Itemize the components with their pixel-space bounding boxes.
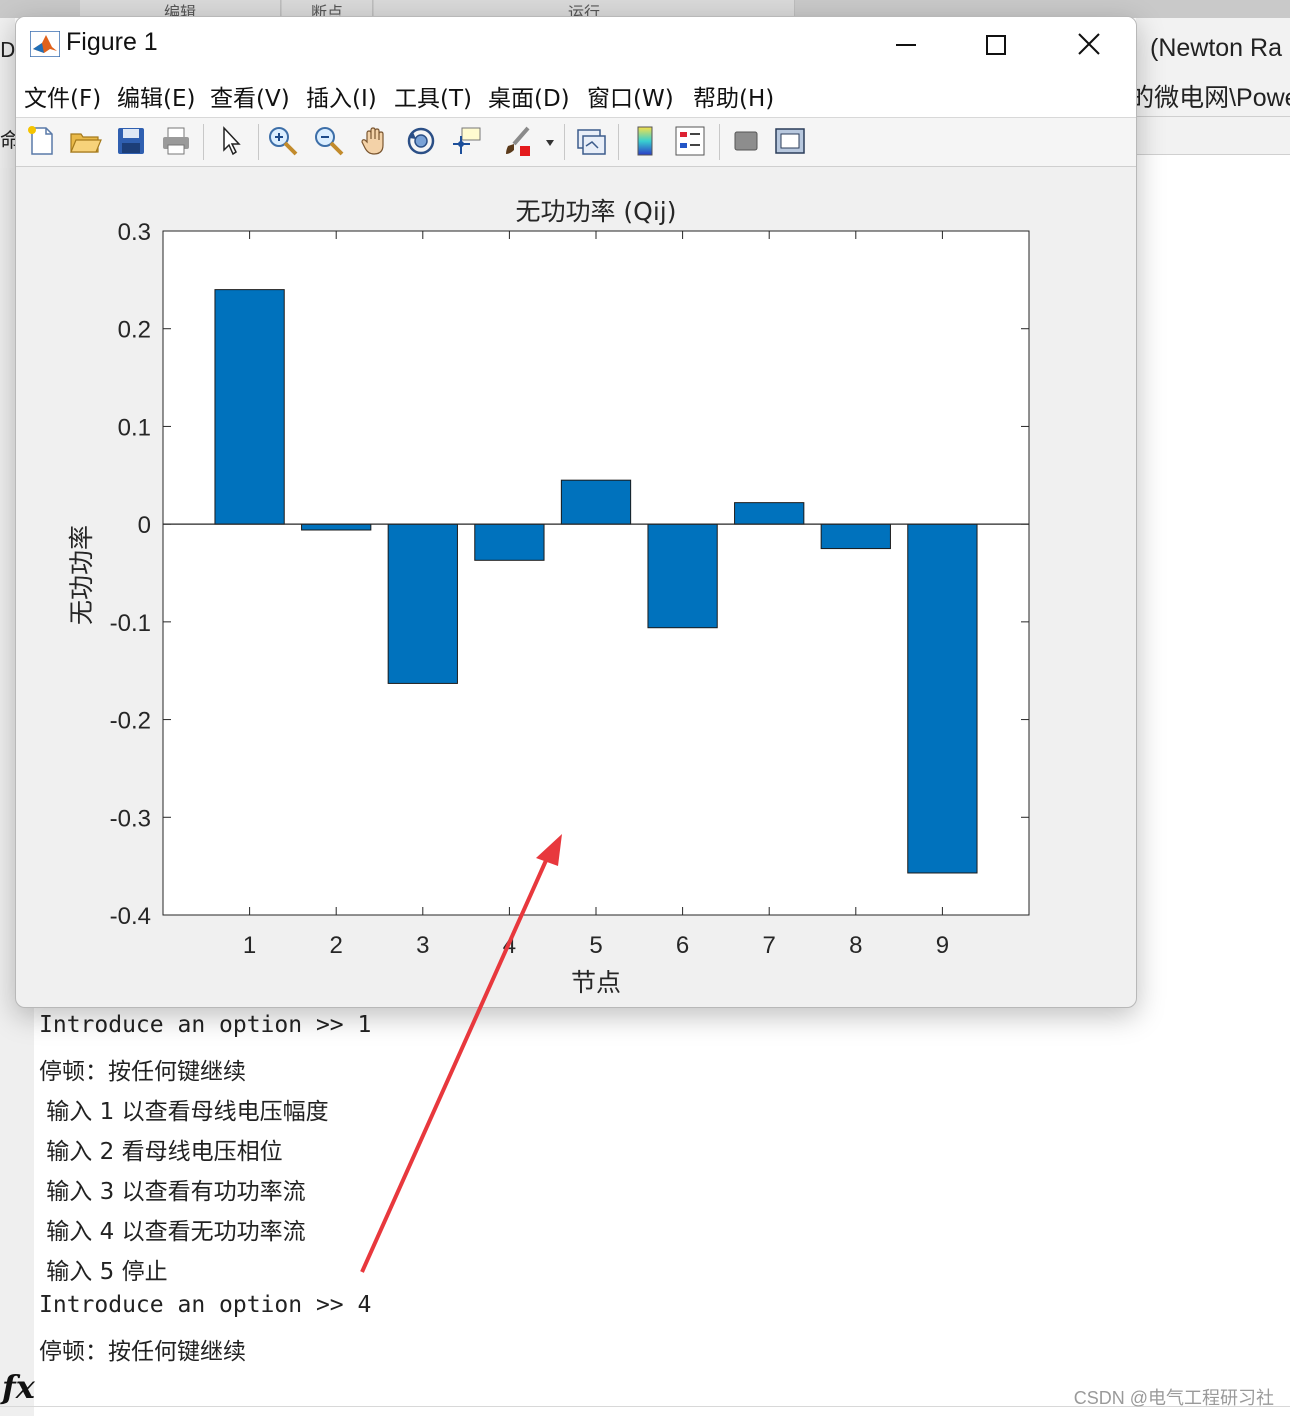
desktop-left-cut-text-2: 命: [0, 128, 15, 152]
editor-tab-title[interactable]: (Newton Ra: [1150, 34, 1282, 63]
plot-canvas[interactable]: 1 2 3 4 5 6 7 8 9 -0.4 -0.3 -0.2 -0.1 0 0.1 0.2 0.3 无功功率…: [16, 17, 1136, 1007]
console-line: 输入 3 以查看有功功率流: [39, 1179, 306, 1205]
x-tick-label: 6: [676, 932, 689, 959]
x-tick-label: 8: [849, 932, 862, 959]
fx-prompt-icon[interactable]: fx: [2, 1368, 35, 1406]
bar-node-6[interactable]: [647, 523, 718, 629]
y-tick-label: 0: [138, 512, 151, 539]
x-tick-label: 2: [330, 932, 343, 959]
console-line: 输入 1 以查看母线电压幅度: [39, 1099, 329, 1125]
bar-node-9[interactable]: [907, 523, 978, 874]
chart-title: 无功功率 (Qij): [515, 197, 676, 226]
bar-node-7[interactable]: [734, 502, 805, 525]
current-folder-path: ↘的微电网\Powe: [1114, 78, 1290, 114]
y-tick-label: -0.1: [110, 610, 151, 637]
chart-ylabel: 无功功率: [67, 525, 96, 625]
bar-node-3[interactable]: [387, 523, 458, 684]
watermark: CSDN @电气工程研习社: [1073, 1388, 1274, 1408]
desktop-tab-edit[interactable]: 编辑: [80, 0, 281, 16]
right-panel-divider: [1136, 116, 1290, 117]
command-window[interactable]: Introduce an option >> 1 停顿：按任何键继续 输入 1 …: [34, 1008, 1290, 1408]
y-tick-label: 0.2: [118, 317, 151, 344]
console-line: 停顿：按任何键继续: [39, 1339, 246, 1365]
figure-window[interactable]: Figure 1 文件(F) 编辑(E) 查看(V) 插入(I) 工具(T) 桌…: [15, 16, 1137, 1008]
y-tick-label: 0.1: [118, 414, 151, 441]
x-tick-label: 9: [936, 932, 949, 959]
plot-axes[interactable]: [162, 230, 1030, 916]
current-folder-path-text: 的微电网\Powe: [1129, 84, 1290, 112]
y-tick-label: -0.3: [110, 805, 151, 832]
console-line: 输入 4 以查看无功功率流: [39, 1219, 306, 1245]
console-line: 输入 5 停止: [39, 1259, 168, 1285]
chart-xlabel: 节点: [571, 968, 621, 997]
y-tick-label: -0.4: [110, 903, 151, 930]
x-tick-label: 4: [503, 932, 516, 959]
x-tick-label: 7: [763, 932, 776, 959]
bar-node-1[interactable]: [214, 289, 285, 525]
desktop-tab-breakpoints[interactable]: 断点: [282, 0, 373, 16]
bar-node-4[interactable]: [474, 523, 545, 561]
y-tick-label: 0.3: [118, 219, 151, 246]
x-tick-label: 5: [589, 932, 602, 959]
x-tick-label: 1: [243, 932, 256, 959]
bar-node-8[interactable]: [820, 523, 891, 550]
bar-node-2[interactable]: [301, 523, 372, 531]
desktop-tab-run[interactable]: 运行: [374, 0, 795, 16]
y-tick-label: -0.2: [110, 708, 151, 735]
x-tick-label: 3: [416, 932, 429, 959]
bar-node-5[interactable]: [560, 479, 632, 525]
console-line: Introduce an option >> 1: [39, 1012, 372, 1038]
desktop-left-cut-text: Do: [0, 38, 15, 62]
console-line: 输入 2 看母线电压相位: [39, 1139, 283, 1165]
console-line: Introduce an option >> 4: [39, 1292, 372, 1318]
console-line: 停顿：按任何键继续: [39, 1059, 246, 1085]
